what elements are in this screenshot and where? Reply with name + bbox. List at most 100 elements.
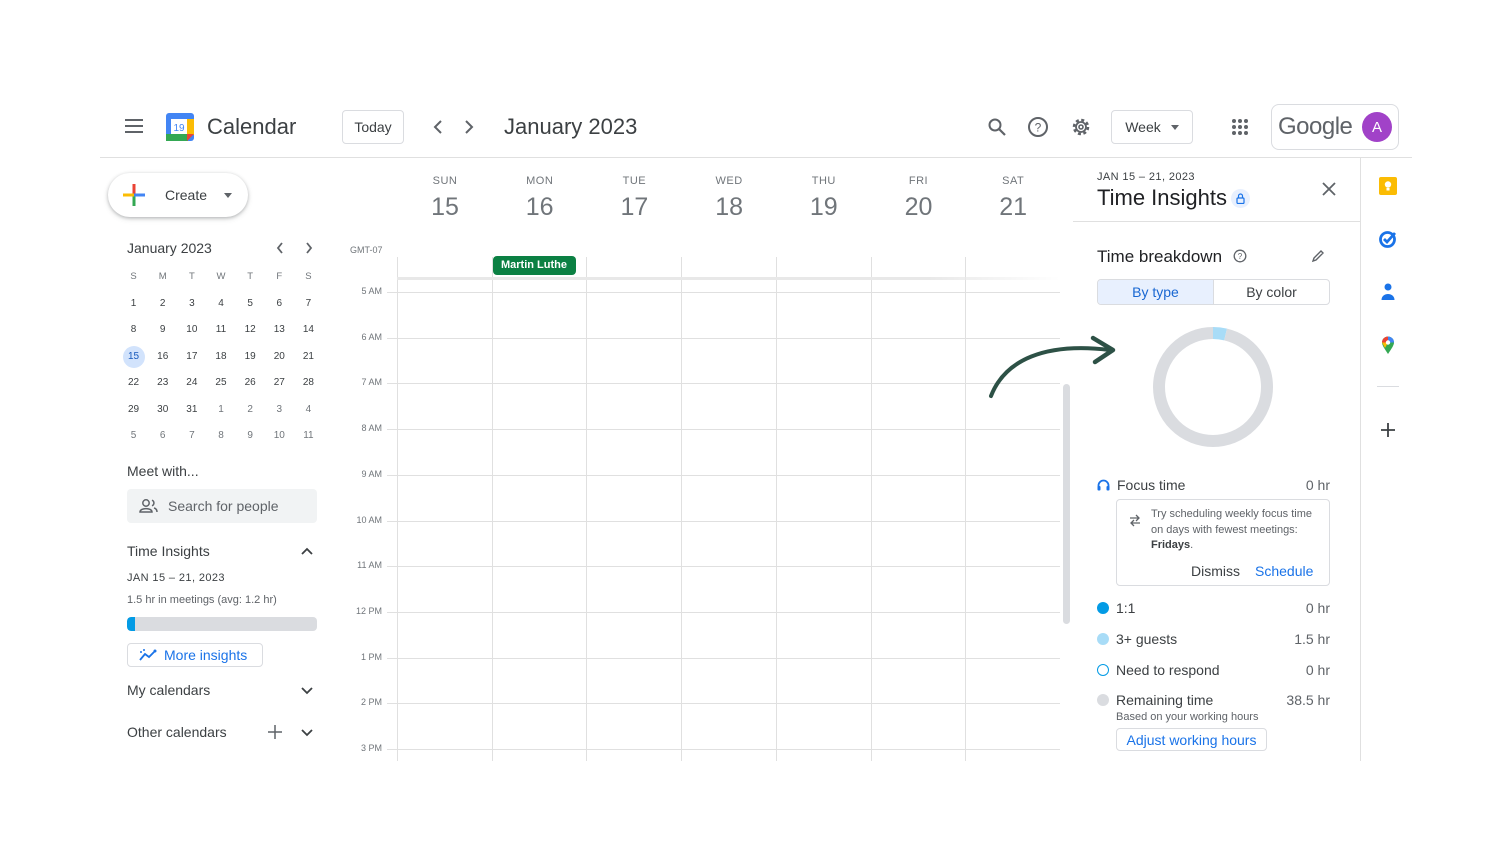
- mini-calendar-day[interactable]: 4: [206, 293, 235, 315]
- day-header[interactable]: SUN 15: [398, 175, 492, 222]
- mini-calendar-day[interactable]: 8: [119, 319, 148, 341]
- mini-calendar-day[interactable]: 23: [148, 372, 177, 394]
- google-logo: Google: [1278, 113, 1353, 140]
- mini-calendar-day[interactable]: 2: [148, 293, 177, 315]
- account-switcher[interactable]: Google A: [1271, 104, 1399, 150]
- mini-calendar-day[interactable]: 27: [265, 372, 294, 394]
- next-week-button[interactable]: [457, 114, 481, 140]
- pencil-icon: [1311, 250, 1324, 263]
- mini-calendar-day[interactable]: 1: [119, 293, 148, 315]
- mini-calendar-day[interactable]: 16: [148, 346, 177, 368]
- mini-calendar-day[interactable]: 3: [177, 293, 206, 315]
- close-panel-button[interactable]: [1319, 179, 1339, 199]
- schedule-button[interactable]: Schedule: [1255, 563, 1313, 579]
- search-people-placeholder: Search for people: [168, 498, 279, 514]
- focus-time-row: Focus time 0 hr: [1097, 475, 1330, 495]
- day-header[interactable]: SAT 21: [966, 175, 1060, 222]
- svg-text:?: ?: [1035, 121, 1042, 135]
- mini-calendar-day[interactable]: 29: [119, 399, 148, 421]
- mini-calendar-day[interactable]: 24: [177, 372, 206, 394]
- view-selector[interactable]: Week: [1111, 110, 1193, 144]
- day-header[interactable]: MON 16: [493, 175, 587, 222]
- tab-by-color[interactable]: By color: [1214, 280, 1329, 304]
- mini-calendar-day[interactable]: 13: [265, 319, 294, 341]
- main-menu-button[interactable]: [125, 119, 143, 133]
- mini-calendar-day[interactable]: 30: [148, 399, 177, 421]
- day-header[interactable]: TUE 17: [587, 175, 681, 222]
- mini-calendar-day[interactable]: 7: [177, 425, 206, 447]
- mini-calendar-day[interactable]: 5: [119, 425, 148, 447]
- mini-calendar-day[interactable]: 8: [206, 425, 235, 447]
- time-insights-collapse-button[interactable]: [299, 543, 315, 559]
- mini-calendar-day[interactable]: 17: [177, 346, 206, 368]
- mini-calendar-day[interactable]: 11: [294, 425, 323, 447]
- other-calendars-expand-button[interactable]: [299, 725, 315, 741]
- mini-calendar-day[interactable]: 9: [236, 425, 265, 447]
- day-header[interactable]: FRI 20: [872, 175, 966, 222]
- add-other-calendar-button[interactable]: [267, 724, 283, 740]
- meet-with-label: Meet with...: [127, 463, 199, 479]
- day-header[interactable]: WED 18: [682, 175, 776, 222]
- mini-calendar-day[interactable]: 28: [294, 372, 323, 394]
- add-addon-button[interactable]: [1377, 419, 1399, 441]
- mini-calendar-day[interactable]: 21: [294, 346, 323, 368]
- week-grid[interactable]: [387, 257, 1060, 761]
- mini-calendar-day[interactable]: 14: [294, 319, 323, 341]
- mini-calendar-day[interactable]: 19: [236, 346, 265, 368]
- my-calendars-expand-button[interactable]: [299, 683, 315, 699]
- search-people-input[interactable]: Search for people: [127, 489, 317, 523]
- mini-calendar-day[interactable]: 25: [206, 372, 235, 394]
- edit-breakdown-button[interactable]: [1311, 249, 1325, 268]
- contacts-icon: [1381, 283, 1395, 300]
- previous-week-button[interactable]: [426, 114, 450, 140]
- mini-calendar-day[interactable]: 3: [265, 399, 294, 421]
- hour-gridline: [387, 749, 1060, 750]
- mini-calendar-day[interactable]: 10: [265, 425, 294, 447]
- mini-calendar-day[interactable]: 4: [294, 399, 323, 421]
- keep-button[interactable]: [1377, 175, 1399, 197]
- maps-button[interactable]: [1377, 334, 1399, 356]
- search-button[interactable]: [984, 114, 1010, 140]
- panel-divider: [1360, 158, 1361, 761]
- breakdown-help-button[interactable]: ?: [1233, 249, 1247, 268]
- donut-segment-remaining-time: [1153, 327, 1273, 447]
- mini-calendar-day[interactable]: 6: [148, 425, 177, 447]
- grid-scrollbar[interactable]: [1063, 384, 1070, 624]
- mini-calendar-day[interactable]: 11: [206, 319, 235, 341]
- mini-calendar-day-selected[interactable]: 15: [119, 345, 148, 368]
- tab-by-type[interactable]: By type: [1098, 280, 1214, 304]
- dismiss-button[interactable]: Dismiss: [1191, 563, 1240, 579]
- mini-calendar-day[interactable]: 6: [265, 293, 294, 315]
- hour-gridline: [387, 337, 1060, 339]
- help-button[interactable]: ?: [1025, 114, 1051, 140]
- day-header[interactable]: THU 19: [777, 175, 871, 222]
- avatar[interactable]: A: [1362, 112, 1392, 142]
- event-chip[interactable]: Martin Luthe: [493, 256, 576, 275]
- mini-calendar-day[interactable]: 7: [294, 293, 323, 315]
- settings-button[interactable]: [1068, 114, 1094, 140]
- time-insights-date-range: JAN 15 – 21, 2023: [127, 572, 225, 584]
- mini-calendar-next-button[interactable]: [299, 238, 319, 258]
- mini-calendar-day[interactable]: 2: [236, 399, 265, 421]
- apps-launcher-button[interactable]: [1227, 114, 1253, 140]
- mini-calendar-day[interactable]: 10: [177, 319, 206, 341]
- contacts-button[interactable]: [1377, 281, 1399, 303]
- mini-calendar-day[interactable]: 18: [206, 346, 235, 368]
- mini-calendar-day[interactable]: 9: [148, 319, 177, 341]
- hour-label: 1 PM: [360, 651, 382, 662]
- mini-calendar-day[interactable]: 12: [236, 319, 265, 341]
- tasks-button[interactable]: [1377, 228, 1399, 250]
- mini-calendar-day[interactable]: 5: [236, 293, 265, 315]
- create-button[interactable]: Create: [108, 173, 248, 217]
- mini-calendar-prev-button[interactable]: [270, 238, 290, 258]
- mini-calendar-day[interactable]: 31: [177, 399, 206, 421]
- adjust-working-hours-button[interactable]: Adjust working hours: [1116, 728, 1267, 751]
- more-insights-button[interactable]: More insights: [127, 643, 263, 667]
- mini-calendar-day[interactable]: 22: [119, 372, 148, 394]
- focus-suggestion-card: Try scheduling weekly focus time on days…: [1116, 499, 1330, 586]
- mini-calendar-day[interactable]: 1: [206, 399, 235, 421]
- today-button[interactable]: Today: [342, 110, 404, 144]
- mini-calendar-day[interactable]: 26: [236, 372, 265, 394]
- mini-calendar-week: 5 6 7 8 9 10 11: [119, 423, 323, 450]
- mini-calendar-day[interactable]: 20: [265, 346, 294, 368]
